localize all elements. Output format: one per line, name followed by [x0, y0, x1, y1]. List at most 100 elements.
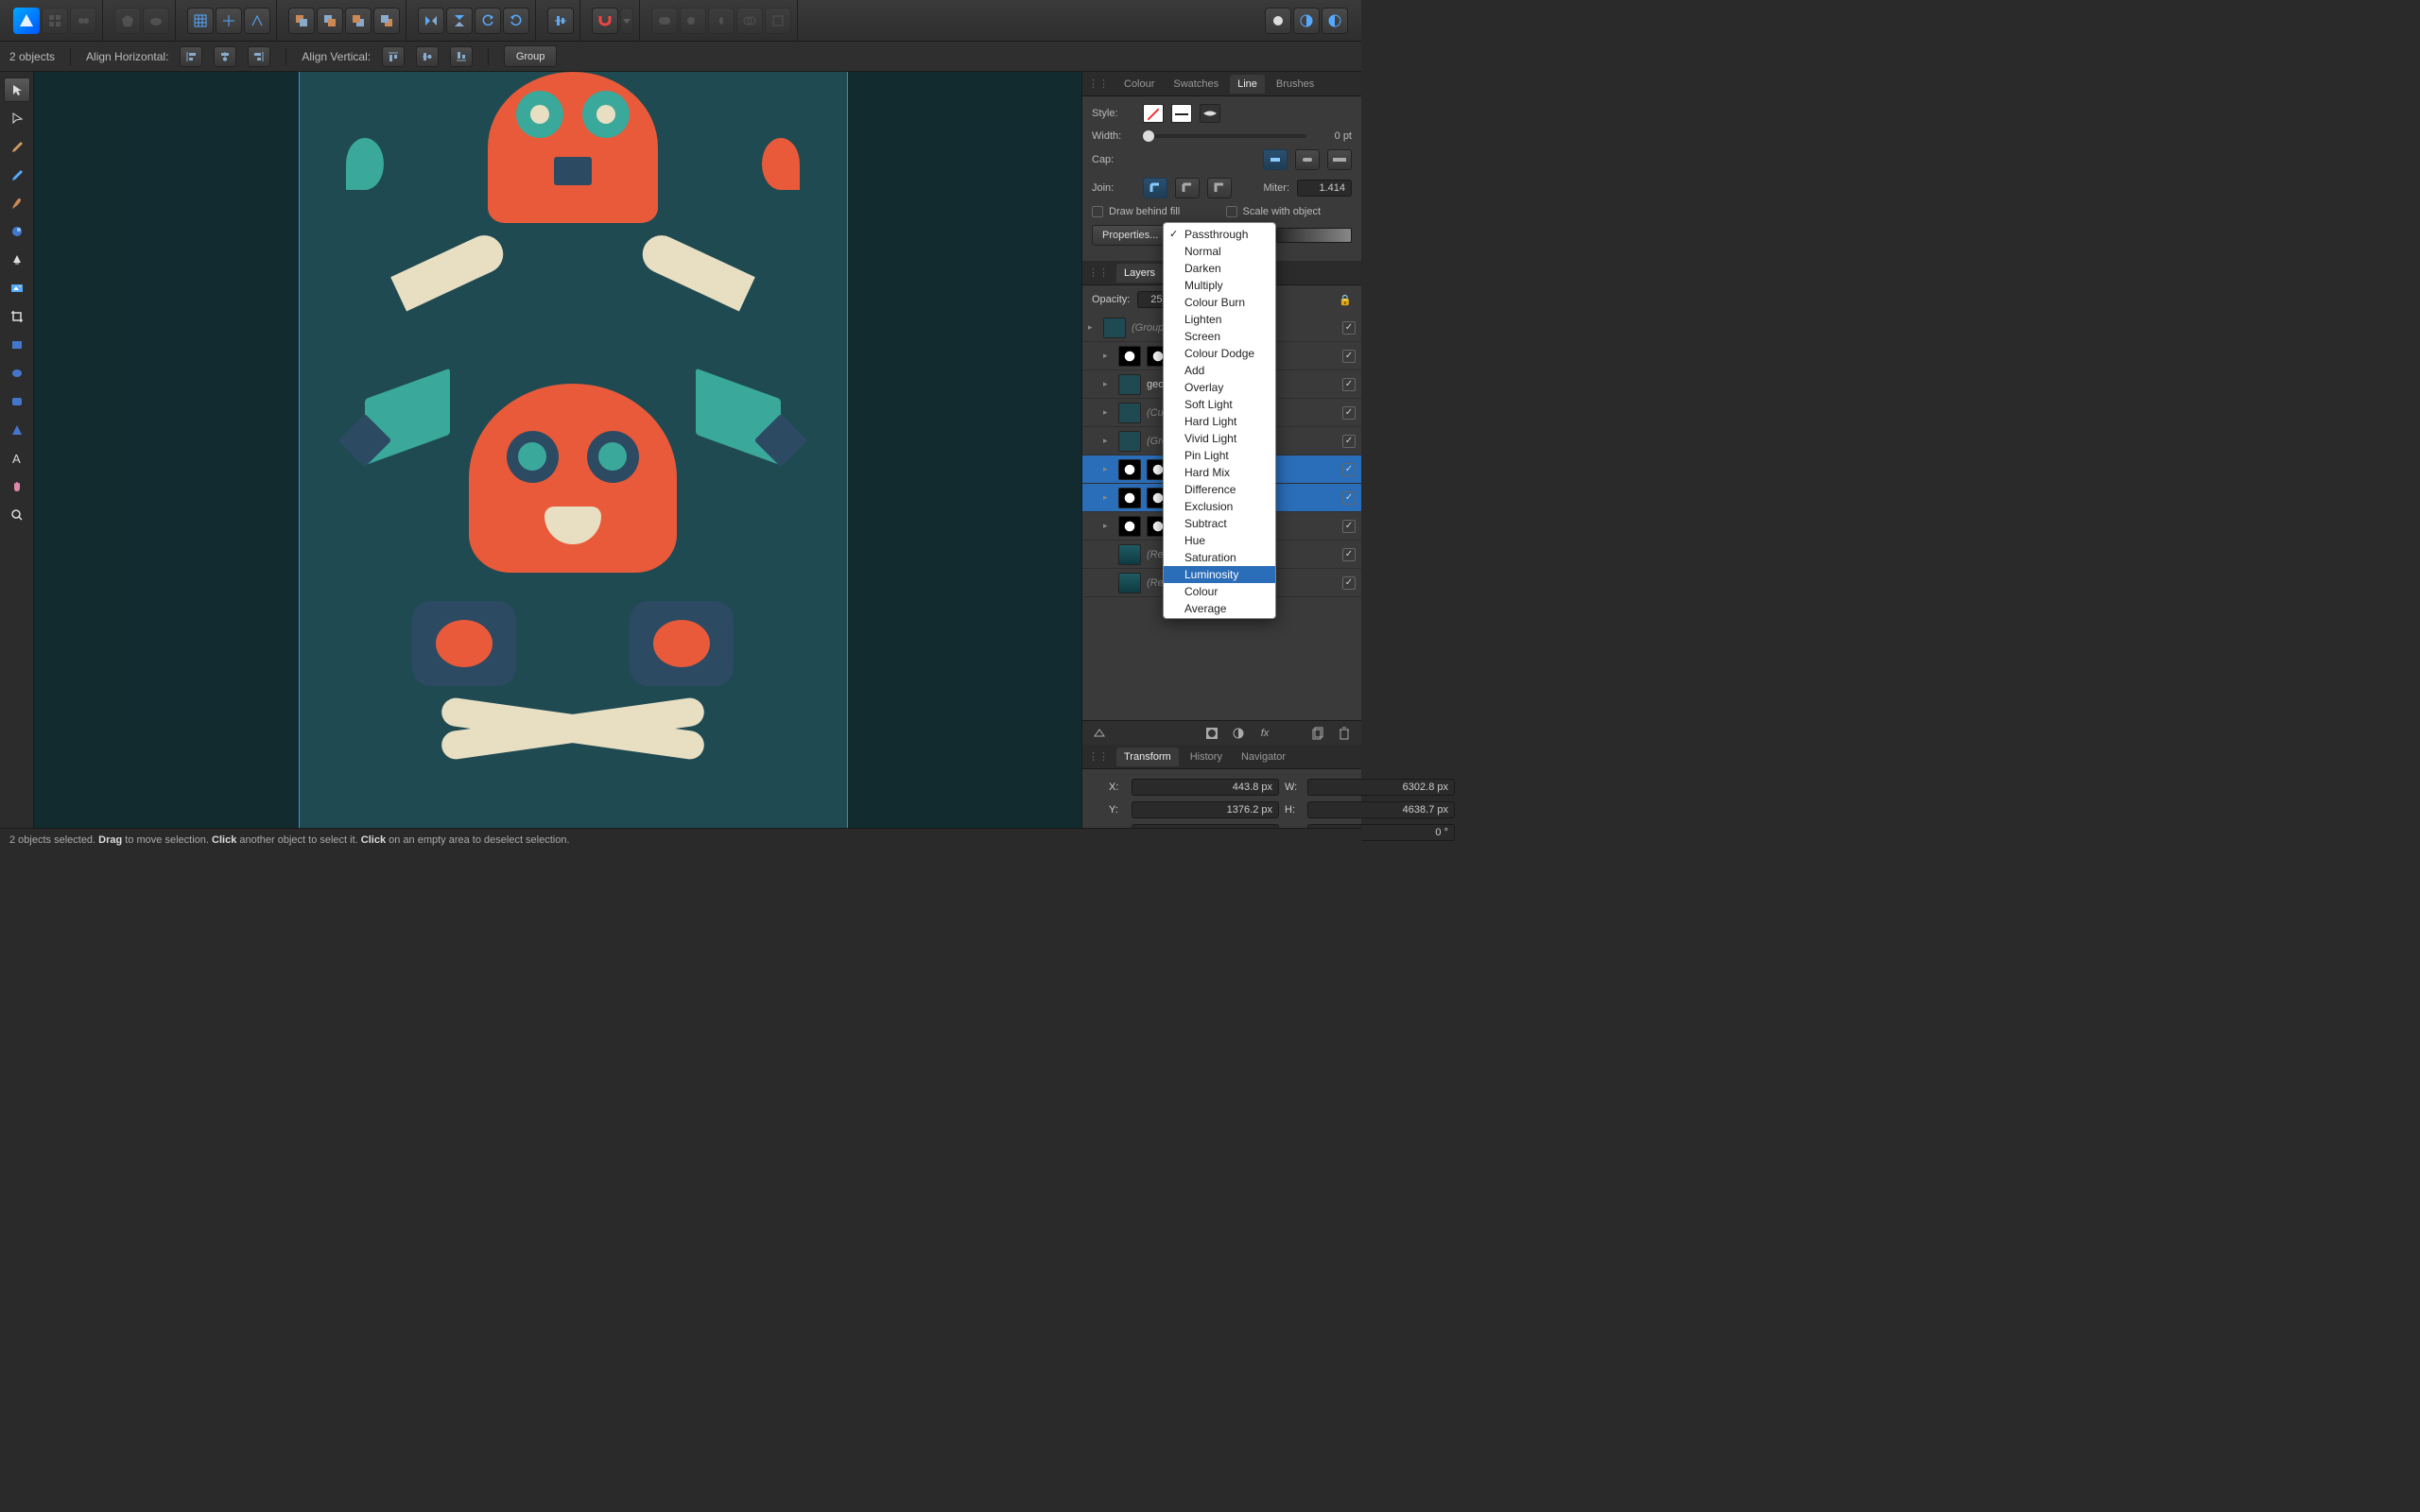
copy-layer-icon[interactable] [1308, 725, 1327, 742]
blend-mode-soft-light[interactable]: Soft Light [1164, 396, 1275, 413]
crop-tool-icon[interactable] [4, 304, 30, 329]
tab-transform[interactable]: Transform [1116, 747, 1179, 766]
blend-mode-hue[interactable]: Hue [1164, 532, 1275, 549]
style-solid-icon[interactable] [1171, 104, 1192, 123]
join-miter-icon[interactable] [1207, 178, 1232, 198]
disclosure-icon[interactable]: ▸ [1103, 351, 1113, 361]
pen-tool-icon[interactable] [4, 134, 30, 159]
mask-icon[interactable] [1202, 725, 1221, 742]
view-mode-2-icon[interactable] [1293, 8, 1320, 34]
align-top-icon[interactable] [382, 46, 405, 67]
shape-cloud-icon[interactable] [143, 8, 169, 34]
disclosure-icon[interactable]: ▸ [1103, 521, 1113, 531]
blend-mode-colour[interactable]: Colour [1164, 583, 1275, 600]
disclosure-icon[interactable]: ▸ [1103, 379, 1113, 389]
tab-line[interactable]: Line [1230, 75, 1265, 94]
align-icon[interactable] [547, 8, 574, 34]
h-field[interactable] [1307, 801, 1455, 818]
blend-mode-colour-burn[interactable]: Colour Burn [1164, 294, 1275, 311]
tab-history[interactable]: History [1183, 747, 1230, 766]
align-hcenter-icon[interactable] [214, 46, 236, 67]
shape-pentagon-icon[interactable] [114, 8, 141, 34]
blend-mode-exclusion[interactable]: Exclusion [1164, 498, 1275, 515]
cap-butt-icon[interactable] [1263, 149, 1288, 170]
order-forward-icon[interactable] [345, 8, 372, 34]
pencil-tool-icon[interactable] [4, 163, 30, 187]
disclosure-icon[interactable]: ▸ [1103, 464, 1113, 474]
visibility-checkbox[interactable] [1342, 321, 1356, 335]
adjustment-icon[interactable] [1229, 725, 1248, 742]
blend-mode-add[interactable]: Add [1164, 362, 1275, 379]
brush-tool-icon[interactable] [4, 191, 30, 215]
align-left-icon[interactable] [180, 46, 202, 67]
order-backward-icon[interactable] [317, 8, 343, 34]
blend-mode-overlay[interactable]: Overlay [1164, 379, 1275, 396]
layer-blend-icon[interactable] [1090, 725, 1109, 742]
node-tool-icon[interactable] [4, 106, 30, 130]
place-image-tool-icon[interactable] [4, 276, 30, 301]
blend-mode-negation[interactable]: Negation [1164, 617, 1275, 619]
disclosure-icon[interactable]: ▸ [1103, 407, 1113, 418]
tab-colour[interactable]: Colour [1116, 75, 1162, 94]
bool-divide-icon[interactable] [765, 8, 791, 34]
blend-mode-luminosity[interactable]: Luminosity [1164, 566, 1275, 583]
persona-vector-icon[interactable] [42, 8, 68, 34]
snap-grid-icon[interactable] [187, 8, 214, 34]
blend-mode-multiply[interactable]: Multiply [1164, 277, 1275, 294]
visibility-checkbox[interactable] [1342, 435, 1356, 448]
canvas[interactable] [34, 72, 1081, 828]
rounded-rect-tool-icon[interactable] [4, 389, 30, 414]
snap-guides-icon[interactable] [216, 8, 242, 34]
disclosure-icon[interactable]: ▸ [1088, 322, 1098, 333]
draw-behind-checkbox[interactable]: Draw behind fill [1092, 206, 1219, 217]
bool-xor-icon[interactable] [736, 8, 763, 34]
zoom-tool-icon[interactable] [4, 503, 30, 527]
blend-mode-saturation[interactable]: Saturation [1164, 549, 1275, 566]
join-round-icon[interactable] [1143, 178, 1167, 198]
lock-icon[interactable]: 🔒 [1339, 294, 1352, 306]
tab-brushes[interactable]: Brushes [1269, 75, 1322, 94]
width-slider[interactable] [1143, 134, 1306, 138]
properties-button[interactable]: Properties... [1092, 225, 1168, 246]
rotate-ccw-icon[interactable] [475, 8, 501, 34]
transparency-tool-icon[interactable] [4, 248, 30, 272]
blend-mode-normal[interactable]: Normal [1164, 243, 1275, 260]
text-tool-icon[interactable]: A [4, 446, 30, 471]
tab-swatches[interactable]: Swatches [1166, 75, 1226, 94]
anchor-selector[interactable] [1092, 779, 1096, 816]
miter-field[interactable] [1297, 180, 1352, 197]
view-mode-1-icon[interactable] [1265, 8, 1291, 34]
blend-mode-hard-light[interactable]: Hard Light [1164, 413, 1275, 430]
flip-vertical-icon[interactable] [446, 8, 473, 34]
blend-mode-screen[interactable]: Screen [1164, 328, 1275, 345]
blend-mode-vivid-light[interactable]: Vivid Light [1164, 430, 1275, 447]
pan-tool-icon[interactable] [4, 474, 30, 499]
tab-layers[interactable]: Layers [1116, 264, 1163, 283]
visibility-checkbox[interactable] [1342, 520, 1356, 533]
guide-vertical-left[interactable] [299, 72, 300, 828]
style-brush-icon[interactable] [1200, 104, 1220, 123]
snap-axis-icon[interactable] [244, 8, 270, 34]
align-bottom-icon[interactable] [450, 46, 473, 67]
blend-mode-average[interactable]: Average [1164, 600, 1275, 617]
visibility-checkbox[interactable] [1342, 406, 1356, 420]
visibility-checkbox[interactable] [1342, 548, 1356, 561]
bool-subtract-icon[interactable] [680, 8, 706, 34]
rectangle-tool-icon[interactable] [4, 333, 30, 357]
move-tool-icon[interactable] [4, 77, 30, 102]
cap-square-icon[interactable] [1327, 149, 1352, 170]
blend-mode-pin-light[interactable]: Pin Light [1164, 447, 1275, 464]
disclosure-icon[interactable]: ▸ [1103, 492, 1113, 503]
ellipse-tool-icon[interactable] [4, 361, 30, 386]
blend-mode-difference[interactable]: Difference [1164, 481, 1275, 498]
blend-mode-colour-dodge[interactable]: Colour Dodge [1164, 345, 1275, 362]
blend-mode-subtract[interactable]: Subtract [1164, 515, 1275, 532]
delete-layer-icon[interactable] [1335, 725, 1354, 742]
fx-icon[interactable]: fx [1255, 725, 1274, 742]
blend-mode-dropdown[interactable]: PassthroughNormalDarkenMultiplyColour Bu… [1163, 222, 1276, 619]
fill-tool-icon[interactable] [4, 219, 30, 244]
visibility-checkbox[interactable] [1342, 378, 1356, 391]
y-field[interactable] [1132, 801, 1279, 818]
x-field[interactable] [1132, 779, 1279, 796]
visibility-checkbox[interactable] [1342, 463, 1356, 476]
